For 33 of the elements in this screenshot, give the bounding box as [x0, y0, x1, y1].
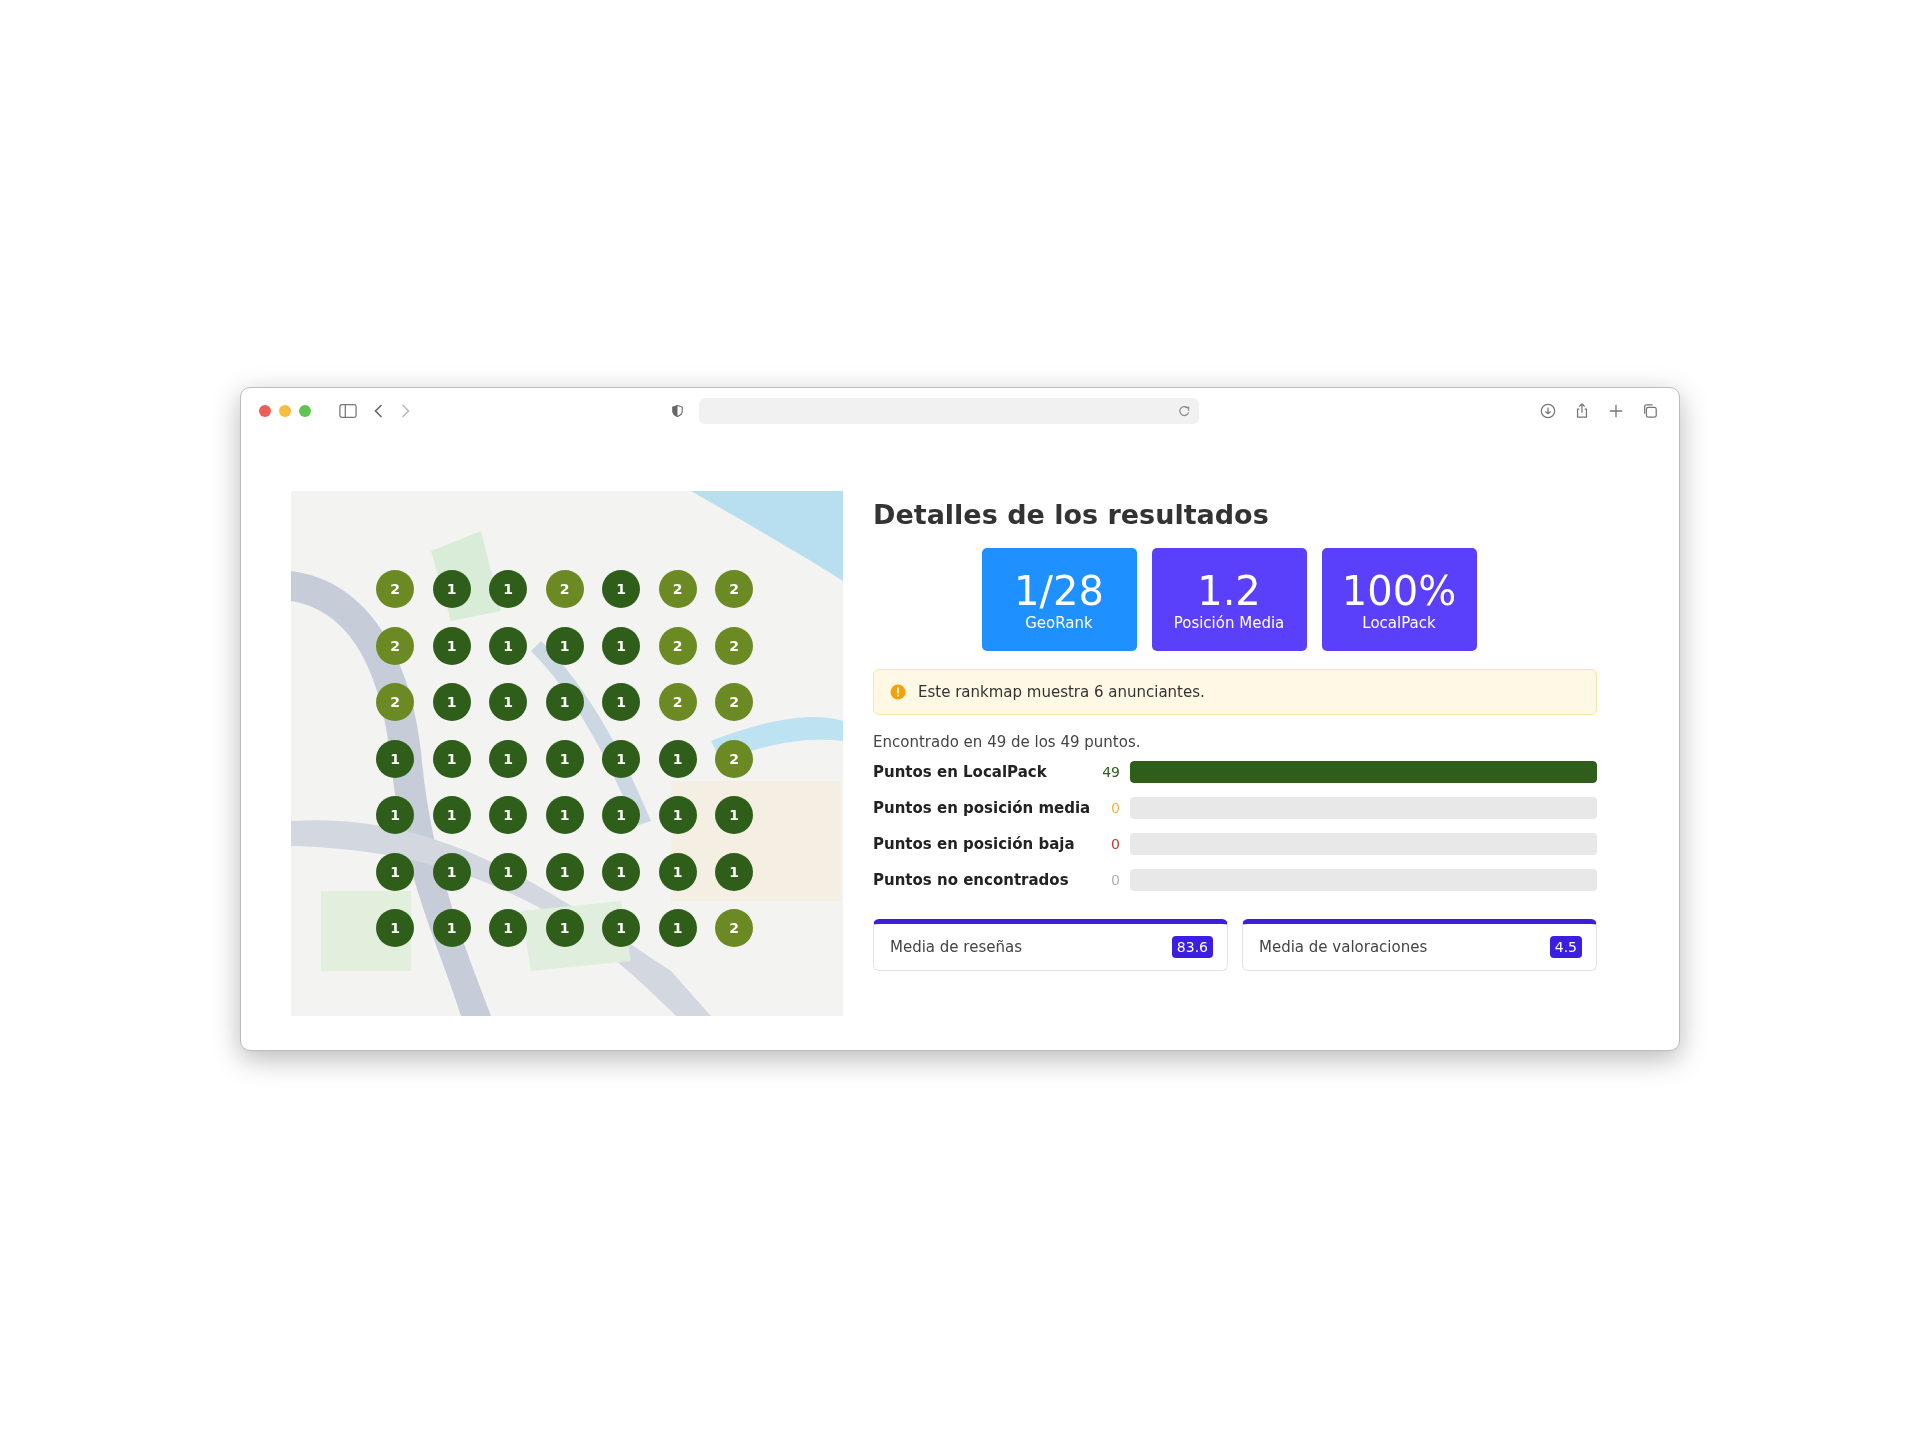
section-title: Detalles de los resultados [873, 499, 1270, 530]
average-value: 4.5 [1549, 936, 1582, 958]
kpi-value: 100% [1341, 567, 1457, 614]
kpi-label: GeoRank [1025, 613, 1093, 632]
stat-count: 0 [1110, 836, 1120, 852]
download-icon[interactable] [1539, 403, 1557, 419]
kpi-value: 1.2 [1197, 567, 1261, 614]
kpi-label: LocalPack [1362, 613, 1436, 632]
minimize-button[interactable] [279, 405, 291, 417]
stat-count: 0 [1110, 800, 1120, 816]
kpi-value: 1/28 [1014, 567, 1104, 614]
forward-icon[interactable] [400, 403, 411, 419]
stat-count: 49 [1101, 764, 1120, 780]
stat-label: Puntos en posición baja [873, 835, 1076, 853]
kpi-label: Posición Media [1173, 613, 1285, 632]
tabs-overview-icon[interactable] [1641, 403, 1659, 419]
stat-label: Puntos no encontrados [873, 871, 1070, 889]
average-label: Media de valoraciones [1259, 938, 1428, 956]
alert-text: Este rankmap muestra 6 anunciantes. [918, 683, 1205, 701]
average-value: 83.6 [1171, 936, 1213, 958]
close-button[interactable] [259, 405, 271, 417]
new-tab-icon[interactable] [1607, 403, 1625, 419]
shield-icon[interactable] [671, 403, 683, 419]
average-label: Media de reseñas [890, 938, 1022, 956]
warning-icon [890, 684, 906, 700]
zoom-button[interactable] [299, 405, 311, 417]
reload-icon[interactable] [1177, 404, 1191, 418]
stat-label: Puntos en posición media [873, 799, 1092, 817]
stat-count: 0 [1110, 872, 1120, 888]
summary-text: Encontrado en 49 de los 49 puntos. [873, 733, 1142, 751]
sidebar-icon[interactable] [339, 403, 357, 419]
stat-label: Puntos en LocalPack [873, 763, 1048, 781]
back-icon[interactable] [373, 403, 384, 419]
